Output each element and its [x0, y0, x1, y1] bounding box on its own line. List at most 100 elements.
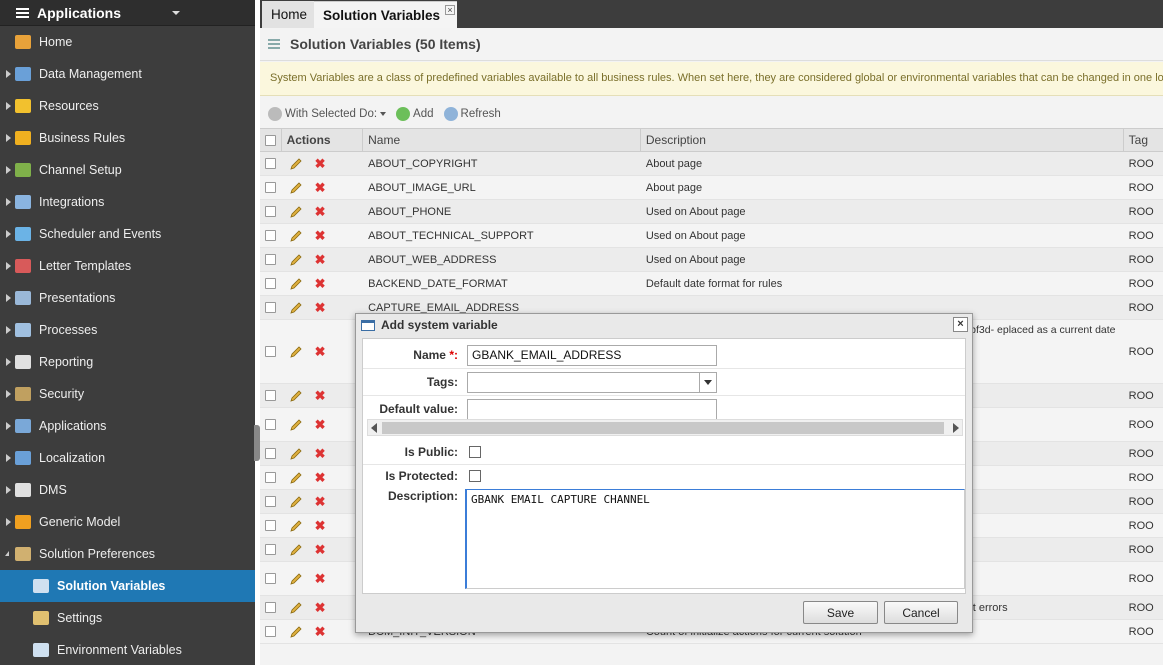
sidebar-item-channel-setup[interactable]: Channel Setup: [0, 154, 255, 186]
expand-arrow-icon[interactable]: [6, 166, 11, 174]
row-checkbox[interactable]: [265, 158, 277, 169]
table-row[interactable]: ✖ ABOUT_PHONE Used on About page ROO: [260, 200, 1163, 224]
sidebar-item-dms[interactable]: DMS: [0, 474, 255, 506]
expand-arrow-icon[interactable]: [6, 230, 11, 238]
row-checkbox[interactable]: [265, 544, 277, 555]
row-checkbox[interactable]: [265, 419, 277, 430]
expand-arrow-icon[interactable]: [6, 294, 11, 302]
row-checkbox[interactable]: [265, 472, 277, 483]
edit-icon[interactable]: [289, 345, 303, 359]
sidebar-item-settings[interactable]: Settings: [0, 602, 255, 634]
row-checkbox[interactable]: [265, 602, 277, 613]
table-row[interactable]: ✖ ABOUT_TECHNICAL_SUPPORT Used on About pa…: [260, 224, 1163, 248]
dialog-title-bar[interactable]: Add system variable ×: [356, 314, 972, 336]
row-checkbox[interactable]: [265, 230, 277, 241]
sidebar-item-integrations[interactable]: Integrations: [0, 186, 255, 218]
edit-icon[interactable]: [289, 495, 303, 509]
edit-icon[interactable]: [289, 625, 303, 639]
tags-select[interactable]: [467, 371, 717, 393]
sidebar-item-solution-variables[interactable]: Solution Variables: [0, 570, 255, 602]
edit-icon[interactable]: [289, 519, 303, 533]
sidebar-item-scheduler-and-events[interactable]: Scheduler and Events: [0, 218, 255, 250]
add-button[interactable]: Add: [396, 107, 434, 121]
row-checkbox[interactable]: [265, 254, 277, 265]
menu-icon[interactable]: [16, 7, 29, 18]
sidebar-item-reporting[interactable]: Reporting: [0, 346, 255, 378]
tab-solution-variables[interactable]: Solution Variables ×: [314, 1, 457, 28]
delete-icon[interactable]: ✖: [315, 600, 326, 616]
delete-icon[interactable]: ✖: [315, 542, 326, 558]
col-tags[interactable]: Tag: [1124, 129, 1163, 151]
delete-icon[interactable]: ✖: [315, 494, 326, 510]
expand-arrow-icon[interactable]: [6, 134, 11, 142]
expand-arrow-icon[interactable]: [6, 454, 11, 462]
delete-icon[interactable]: ✖: [315, 446, 326, 462]
row-checkbox[interactable]: [265, 206, 277, 217]
horizontal-scrollbar[interactable]: [367, 419, 963, 436]
sidebar-item-security[interactable]: Security: [0, 378, 255, 410]
default-value-input[interactable]: [467, 398, 717, 420]
row-checkbox[interactable]: [265, 573, 277, 584]
with-selected-menu[interactable]: With Selected Do:: [268, 107, 387, 121]
table-row[interactable]: ✖ ABOUT_WEB_ADDRESS Used on About page ROO: [260, 248, 1163, 272]
select-all-checkbox[interactable]: [264, 134, 276, 146]
row-checkbox[interactable]: [265, 182, 277, 193]
delete-icon[interactable]: ✖: [315, 228, 326, 244]
cancel-button[interactable]: Cancel: [884, 601, 958, 624]
delete-icon[interactable]: ✖: [315, 571, 326, 587]
col-description[interactable]: Description: [641, 129, 1124, 151]
sidebar-item-localization[interactable]: Localization: [0, 442, 255, 474]
delete-icon[interactable]: ✖: [315, 470, 326, 486]
row-checkbox[interactable]: [265, 390, 277, 401]
delete-icon[interactable]: ✖: [315, 344, 326, 360]
row-checkbox[interactable]: [265, 346, 277, 357]
edit-icon[interactable]: [289, 543, 303, 557]
expand-arrow-icon[interactable]: [6, 518, 11, 526]
edit-icon[interactable]: [289, 572, 303, 586]
delete-icon[interactable]: ✖: [315, 624, 326, 640]
expand-arrow-icon[interactable]: [6, 422, 11, 430]
delete-icon[interactable]: ✖: [315, 204, 326, 220]
delete-icon[interactable]: ✖: [315, 388, 326, 404]
col-name[interactable]: Name: [363, 129, 641, 151]
sidebar-item-home[interactable]: Home: [0, 26, 255, 58]
row-checkbox[interactable]: [265, 626, 277, 637]
chevron-down-icon[interactable]: [699, 372, 716, 392]
edit-icon[interactable]: [289, 229, 303, 243]
sidebar-item-generic-model[interactable]: Generic Model: [0, 506, 255, 538]
is-public-checkbox[interactable]: [469, 446, 481, 458]
delete-icon[interactable]: ✖: [315, 300, 326, 316]
sidebar-item-processes[interactable]: Processes: [0, 314, 255, 346]
edit-icon[interactable]: [289, 181, 303, 195]
expand-arrow-icon[interactable]: [6, 486, 11, 494]
delete-icon[interactable]: ✖: [315, 252, 326, 268]
row-checkbox[interactable]: [265, 448, 277, 459]
save-button[interactable]: Save: [803, 601, 878, 624]
sidebar-item-business-rules[interactable]: Business Rules: [0, 122, 255, 154]
description-textarea[interactable]: GBANK EMAIL CAPTURE CHANNEL: [465, 489, 965, 589]
row-checkbox[interactable]: [265, 278, 277, 289]
close-tab-icon[interactable]: ×: [445, 5, 455, 15]
table-row[interactable]: ✖ BACKEND_DATE_FORMAT Default date format …: [260, 272, 1163, 296]
row-checkbox[interactable]: [265, 496, 277, 507]
expanded-arrow-icon[interactable]: [5, 551, 9, 556]
expand-arrow-icon[interactable]: [6, 262, 11, 270]
row-checkbox[interactable]: [265, 302, 277, 313]
sidebar-header[interactable]: Applications: [0, 0, 255, 26]
delete-icon[interactable]: ✖: [315, 417, 326, 433]
row-checkbox[interactable]: [265, 520, 277, 531]
refresh-button[interactable]: Refresh: [443, 107, 501, 121]
edit-icon[interactable]: [289, 418, 303, 432]
edit-icon[interactable]: [289, 277, 303, 291]
sidebar-item-environment-variables[interactable]: Environment Variables: [0, 634, 255, 666]
edit-icon[interactable]: [289, 601, 303, 615]
edit-icon[interactable]: [289, 205, 303, 219]
sidebar-item-presentations[interactable]: Presentations: [0, 282, 255, 314]
edit-icon[interactable]: [289, 471, 303, 485]
dialog-close-button[interactable]: ×: [953, 317, 968, 332]
sidebar-item-solution-preferences[interactable]: Solution Preferences: [0, 538, 255, 570]
delete-icon[interactable]: ✖: [315, 180, 326, 196]
expand-arrow-icon[interactable]: [6, 358, 11, 366]
edit-icon[interactable]: [289, 253, 303, 267]
delete-icon[interactable]: ✖: [315, 276, 326, 292]
